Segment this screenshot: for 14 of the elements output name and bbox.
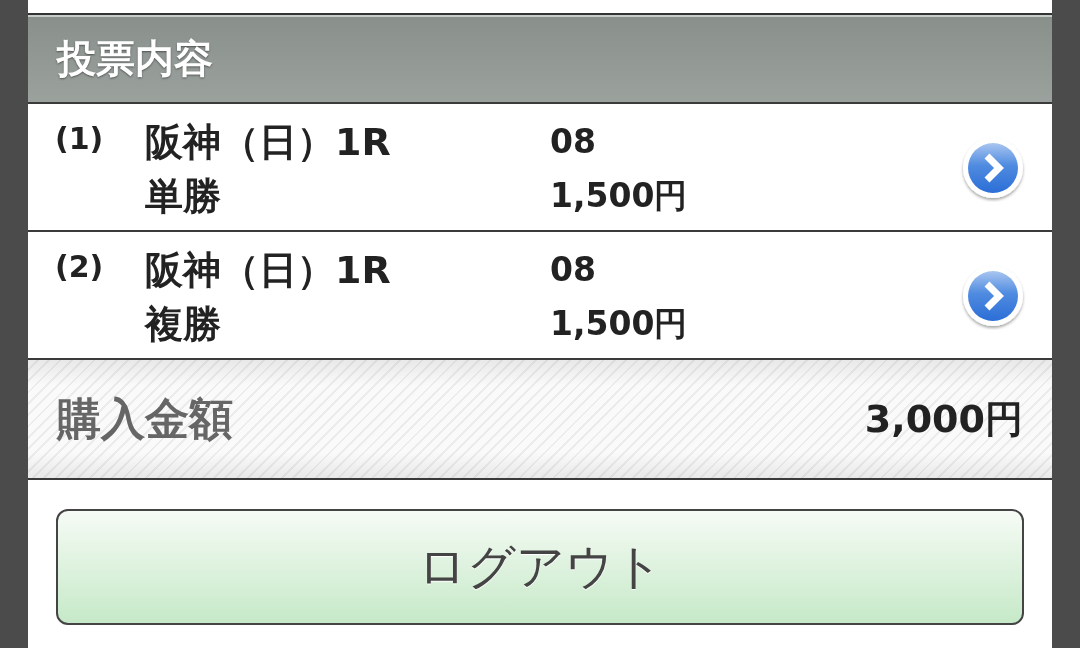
bet-type: 単勝	[145, 173, 222, 220]
bet-amount: 1,500円	[550, 175, 689, 217]
bet-amount: 1,500円	[550, 303, 689, 345]
total-amount: 3,000円	[864, 395, 1023, 443]
horse-number: 08	[550, 249, 597, 291]
bet-number: (2)	[55, 248, 105, 286]
section-title: 投票内容	[57, 34, 213, 83]
race-name: 阪神（日）1R	[145, 247, 392, 294]
logout-button[interactable]: ログアウト	[56, 509, 1024, 625]
horse-number: 08	[550, 121, 597, 163]
bet-number: (1)	[55, 120, 105, 158]
bet-type: 複勝	[145, 301, 222, 348]
total-label: 購入金額	[57, 391, 233, 446]
race-name: 阪神（日）1R	[145, 119, 392, 166]
